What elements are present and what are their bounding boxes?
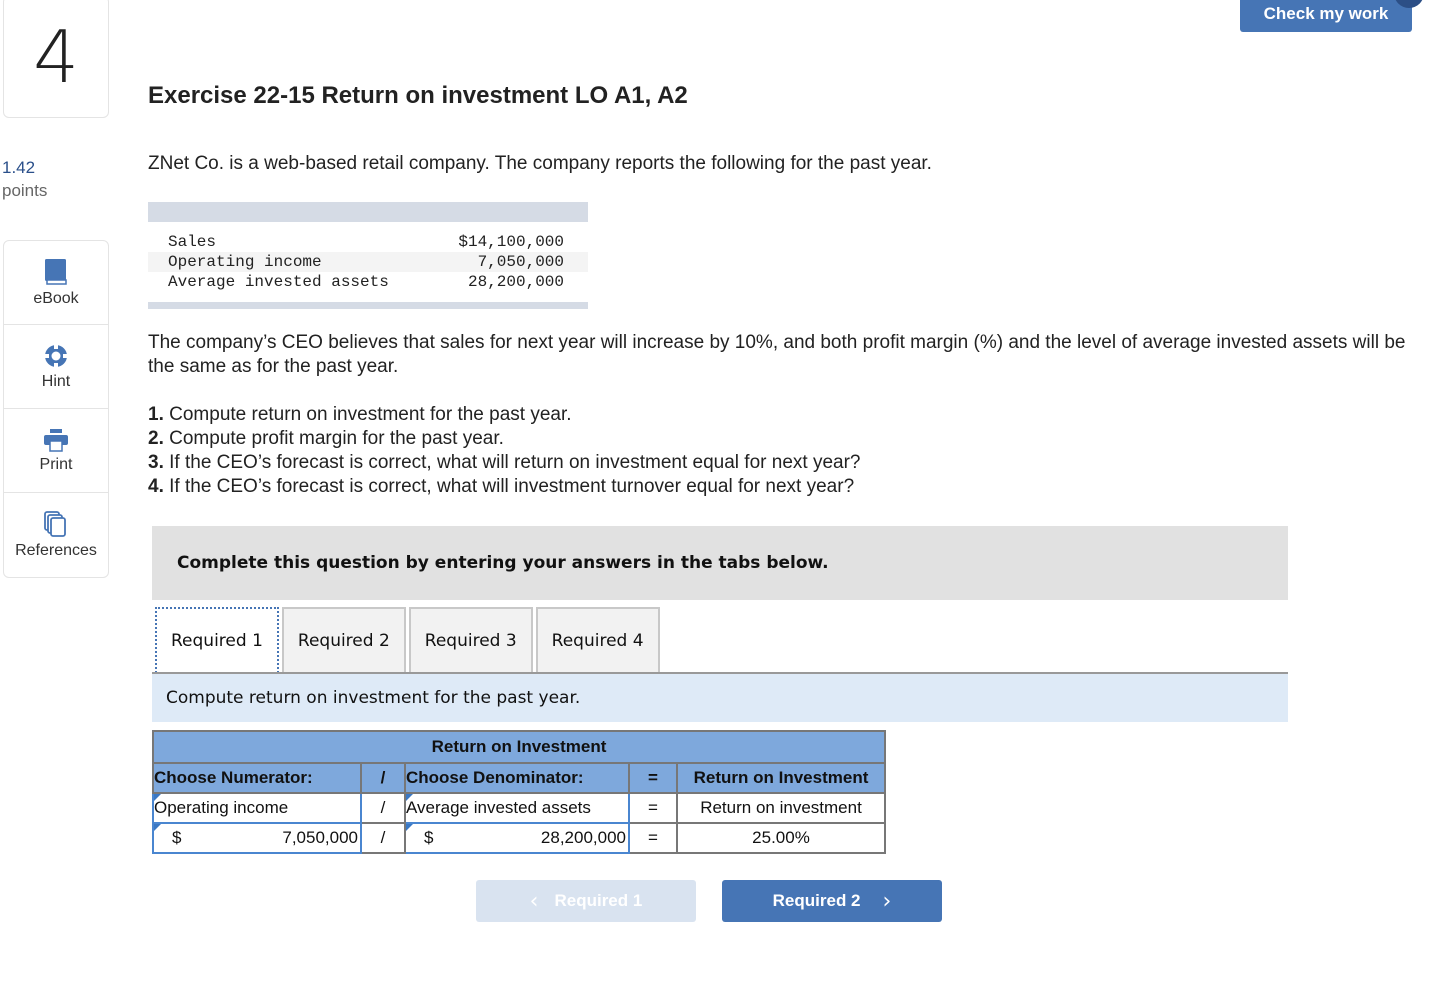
next-required-button[interactable]: Required 2 › xyxy=(722,880,942,922)
next-label: Required 2 xyxy=(772,891,861,910)
data-value: $14,100,000 xyxy=(458,233,564,251)
tab-required-2[interactable]: Required 2 xyxy=(281,607,406,673)
references-label: References xyxy=(15,542,97,559)
prev-label: Required 1 xyxy=(554,891,643,910)
data-value: 7,050,000 xyxy=(477,253,564,271)
task-prompt: Compute return on investment for the pas… xyxy=(152,674,1288,722)
divide-sign: / xyxy=(360,822,406,854)
chevron-left-icon: ‹ xyxy=(529,888,539,914)
book-icon xyxy=(45,258,67,285)
intro-text: ZNet Co. is a web-based retail company. … xyxy=(148,153,932,174)
required-tabs: Required 1 Required 2 Required 3 Require… xyxy=(155,607,660,673)
requirement-item: 1. Compute return on investment for the … xyxy=(148,404,572,425)
denominator-value-input[interactable]: $28,200,000 xyxy=(404,822,630,854)
data-row-average-invested-assets: Average invested assets 28,200,000 xyxy=(148,272,588,292)
numerator-value: 7,050,000 xyxy=(282,828,358,847)
print-button[interactable]: Print xyxy=(4,409,108,493)
ebook-button[interactable]: eBook xyxy=(4,241,108,325)
denominator-value: 28,200,000 xyxy=(540,828,626,847)
roi-answer-table: Return on Investment Choose Numerator: /… xyxy=(152,730,886,854)
points-display: 1.42 points xyxy=(2,156,47,202)
data-row-sales: Sales $14,100,000 xyxy=(148,232,588,252)
result-header: Return on Investment xyxy=(676,762,886,794)
currency-symbol: $ xyxy=(424,828,434,847)
chevron-right-icon: › xyxy=(882,888,892,914)
check-my-work-button[interactable]: Check my work xyxy=(1240,0,1412,32)
tab-required-3[interactable]: Required 3 xyxy=(408,607,533,673)
ceo-forecast-paragraph: The company’s CEO believes that sales fo… xyxy=(148,332,1406,377)
points-label: points xyxy=(2,181,48,200)
equals-header: = xyxy=(628,762,678,794)
print-label: Print xyxy=(39,455,73,473)
exercise-title: Exercise 22-15 Return on investment LO A… xyxy=(148,82,688,109)
references-button[interactable]: References xyxy=(4,493,108,577)
instructions-banner: Complete this question by entering your … xyxy=(152,526,1288,600)
numerator-select[interactable]: Operating income xyxy=(152,792,362,824)
numerator-value-input[interactable]: $7,050,000 xyxy=(152,822,362,854)
result-label: Return on investment xyxy=(676,792,886,824)
requirement-item: 2. Compute profit margin for the past ye… xyxy=(148,428,504,449)
ebook-label: eBook xyxy=(33,289,79,307)
points-value: 1.42 xyxy=(2,158,36,177)
data-label: Sales xyxy=(168,233,217,251)
hint-label: Hint xyxy=(41,372,71,390)
requirements-list: 1. Compute return on investment for the … xyxy=(148,403,860,499)
divide-sign: / xyxy=(360,792,406,824)
requirement-item: 3. If the CEO’s forecast is correct, wha… xyxy=(148,452,861,473)
equals-sign: = xyxy=(628,822,678,854)
numerator-header: Choose Numerator: xyxy=(152,762,362,794)
question-number: 4 xyxy=(3,0,109,118)
denominator-header: Choose Denominator: xyxy=(404,762,630,794)
tab-required-1[interactable]: Required 1 xyxy=(155,607,279,673)
data-row-operating-income: Operating income 7,050,000 xyxy=(148,252,588,272)
financial-data-table: Sales $14,100,000 Operating income 7,050… xyxy=(148,202,588,309)
tools-sidebar: eBook Hint Print References xyxy=(3,240,109,578)
equals-sign: = xyxy=(628,792,678,824)
requirement-item: 4. If the CEO’s forecast is correct, wha… xyxy=(148,476,855,497)
roi-result-value: 25.00% xyxy=(676,822,886,854)
lifebuoy-icon xyxy=(45,344,67,367)
divide-header: / xyxy=(360,762,406,794)
roi-table-title: Return on Investment xyxy=(152,730,886,764)
currency-symbol: $ xyxy=(172,828,182,847)
data-value: 28,200,000 xyxy=(467,273,564,291)
denominator-select[interactable]: Average invested assets xyxy=(404,792,630,824)
printer-icon xyxy=(44,428,68,452)
copy-documents-icon xyxy=(44,511,66,537)
data-label: Operating income xyxy=(168,253,322,271)
data-label: Average invested assets xyxy=(168,273,389,291)
hint-button[interactable]: Hint xyxy=(4,325,108,409)
previous-required-button[interactable]: ‹ Required 1 xyxy=(476,880,696,922)
tab-required-4[interactable]: Required 4 xyxy=(535,607,660,673)
